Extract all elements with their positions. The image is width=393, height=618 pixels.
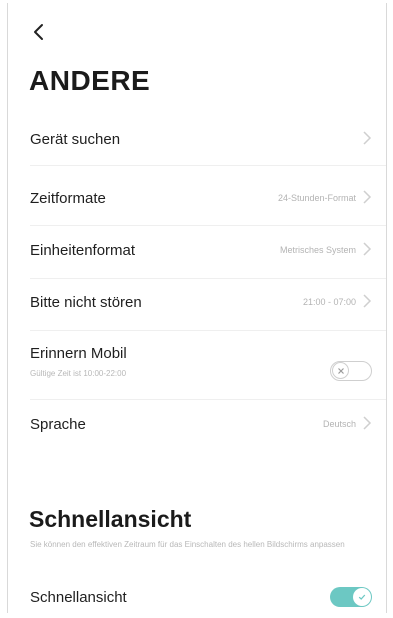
quick-view-label: Schnellansicht	[30, 589, 127, 606]
language-value: Deutsch	[322, 419, 356, 429]
do-not-disturb-row[interactable]: Bitte nicht stören 21:00 - 07:00	[30, 294, 386, 316]
time-format-row[interactable]: Zeitformate 24-Stunden-Format	[30, 190, 386, 212]
remind-mobile-sublabel: Gültige Zeit ist 10:00-22:00	[30, 369, 127, 378]
time-format-value: 24-Stunden-Format	[277, 193, 356, 203]
divider	[30, 330, 386, 331]
divider	[30, 399, 386, 400]
time-format-label: Zeitformate	[30, 190, 106, 207]
quick-view-description: Sie können den effektiven Zeitraum für d…	[30, 540, 345, 549]
quick-view-row: Schnellansicht	[30, 587, 386, 611]
language-row[interactable]: Sprache Deutsch	[30, 416, 386, 438]
chevron-left-icon	[34, 24, 43, 40]
divider	[30, 165, 386, 166]
find-device-row[interactable]: Gerät suchen	[30, 131, 386, 153]
remind-mobile-row: Erinnern Mobil Gültige Zeit ist 10:00-22…	[30, 345, 386, 385]
chevron-right-icon	[363, 190, 372, 204]
divider	[30, 225, 386, 226]
page-title: ANDERE	[29, 65, 151, 96]
toggle-knob	[332, 362, 349, 379]
do-not-disturb-value: 21:00 - 07:00	[302, 297, 356, 307]
chevron-right-icon	[363, 242, 372, 256]
chevron-right-icon	[363, 416, 372, 430]
chevron-right-icon	[363, 131, 372, 145]
check-icon	[358, 594, 366, 600]
language-label: Sprache	[30, 416, 86, 433]
back-button[interactable]	[30, 21, 52, 43]
remind-mobile-label: Erinnern Mobil	[30, 345, 127, 362]
find-device-label: Gerät suchen	[30, 131, 121, 148]
chevron-right-icon	[363, 294, 372, 308]
do-not-disturb-label: Bitte nicht stören	[30, 294, 142, 311]
quick-view-toggle[interactable]	[330, 587, 372, 607]
quick-view-section-title: Schnellansicht	[29, 506, 192, 532]
toggle-knob	[353, 588, 371, 606]
remind-mobile-toggle[interactable]	[330, 361, 372, 381]
unit-format-value: Metrisches System	[279, 245, 356, 255]
divider	[30, 278, 386, 279]
unit-format-label: Einheitenformat	[30, 242, 136, 259]
close-icon	[337, 367, 344, 374]
unit-format-row[interactable]: Einheitenformat Metrisches System	[30, 242, 386, 264]
settings-screen: ANDERE Gerät suchen Zeitformate 24-Stund…	[7, 3, 387, 613]
